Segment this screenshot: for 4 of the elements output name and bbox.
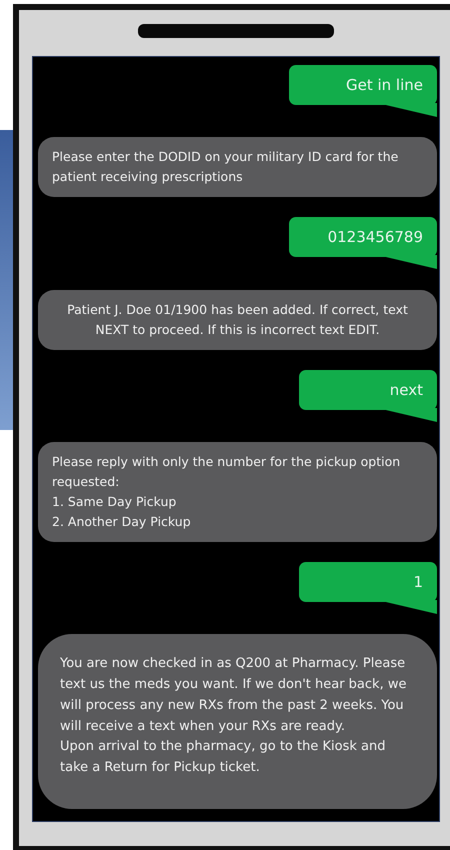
received-message: You are now checked in as Q200 at Pharmacy. Please text us the meds you want. If we don't hear back, we will process any new RXs from the past 2 weeks. You will receive a text when your RXs are ready. Upon arrival to the pharmacy, go to the Kiosk and take a Return for Pickup ticket. bbox=[38, 634, 437, 809]
received-message: Please enter the DODID on your military ID card for the patient receiving prescriptions bbox=[38, 137, 437, 198]
received-message: Please reply with only the number for the pickup option requested: 1. Same Day Pickup 2. Another Day Pickup bbox=[38, 442, 437, 542]
received-message: Patient J. Doe 01/1900 has been added. If correct, text NEXT to proceed. If this is incorrect text EDIT. bbox=[38, 290, 437, 350]
